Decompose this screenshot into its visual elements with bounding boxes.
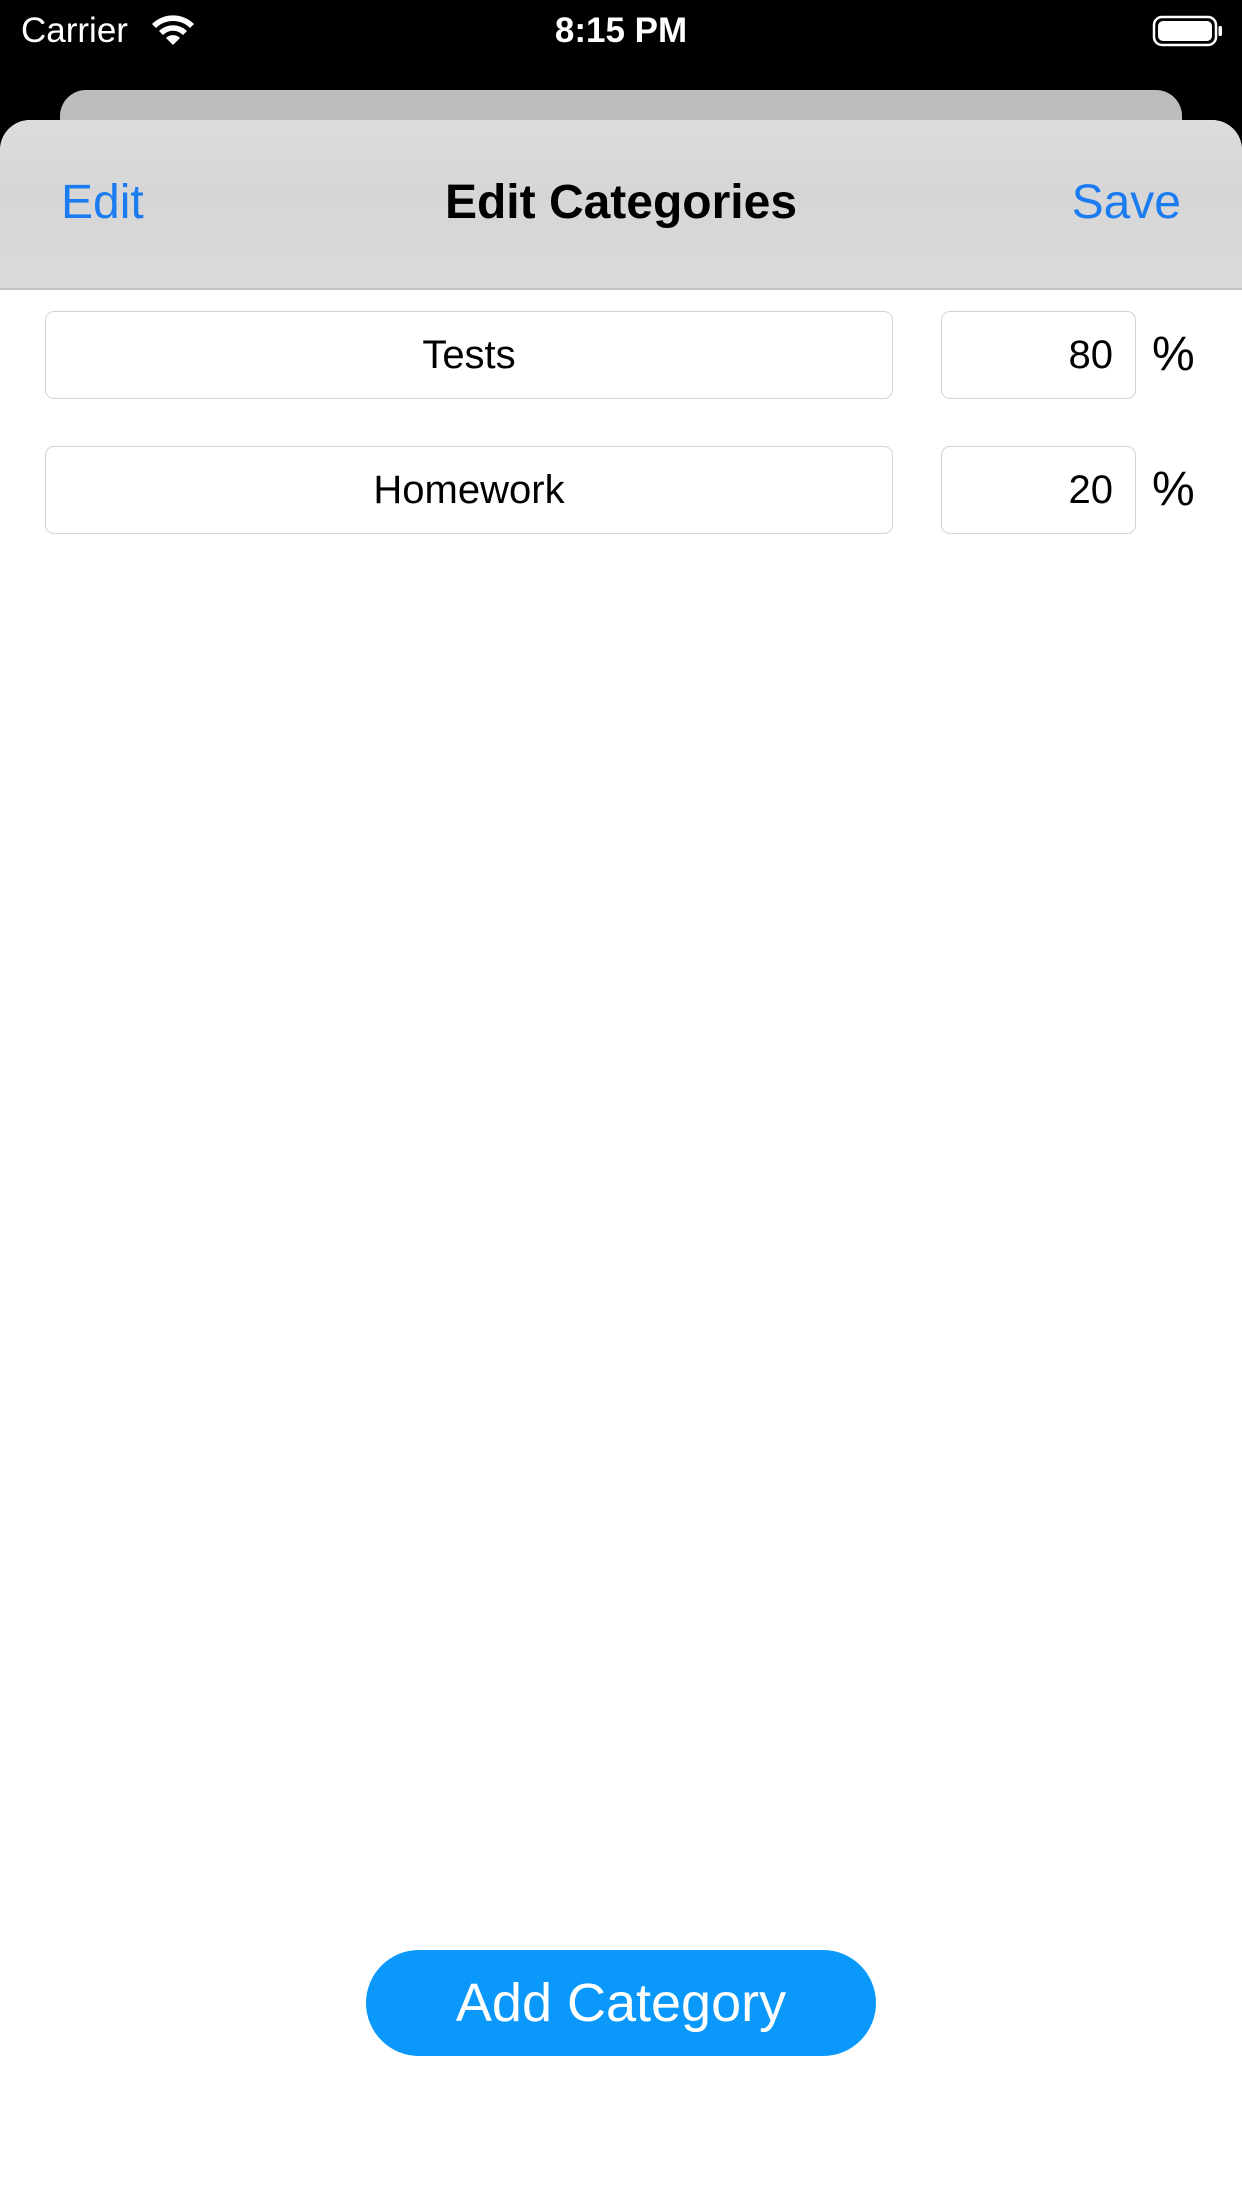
category-name-field[interactable]: Tests: [45, 311, 893, 399]
category-name-field[interactable]: Homework: [45, 446, 893, 534]
navigation-bar: Edit Edit Categories Save: [0, 120, 1242, 290]
screen: Carrier 8:15 PM Edit Edit Categories Sav…: [0, 0, 1242, 2208]
status-time: 8:15 PM: [554, 11, 688, 50]
status-bar: Carrier 8:15 PM: [0, 0, 1242, 62]
percent-sign: %: [1152, 328, 1195, 381]
category-row: Homework 20 %: [0, 446, 1242, 538]
edit-categories-sheet: Edit Edit Categories Save Tests 80 % Hom…: [0, 120, 1242, 2208]
add-category-button[interactable]: Add Category: [366, 1950, 876, 2056]
save-button[interactable]: Save: [1072, 175, 1181, 231]
percent-sign: %: [1152, 463, 1195, 516]
battery-full-icon: [1152, 15, 1222, 47]
page-title: Edit Categories: [444, 176, 798, 229]
category-row: Tests 80 %: [0, 311, 1242, 403]
category-percent-field[interactable]: 80: [941, 311, 1136, 399]
category-percent-field[interactable]: 20: [941, 446, 1136, 534]
